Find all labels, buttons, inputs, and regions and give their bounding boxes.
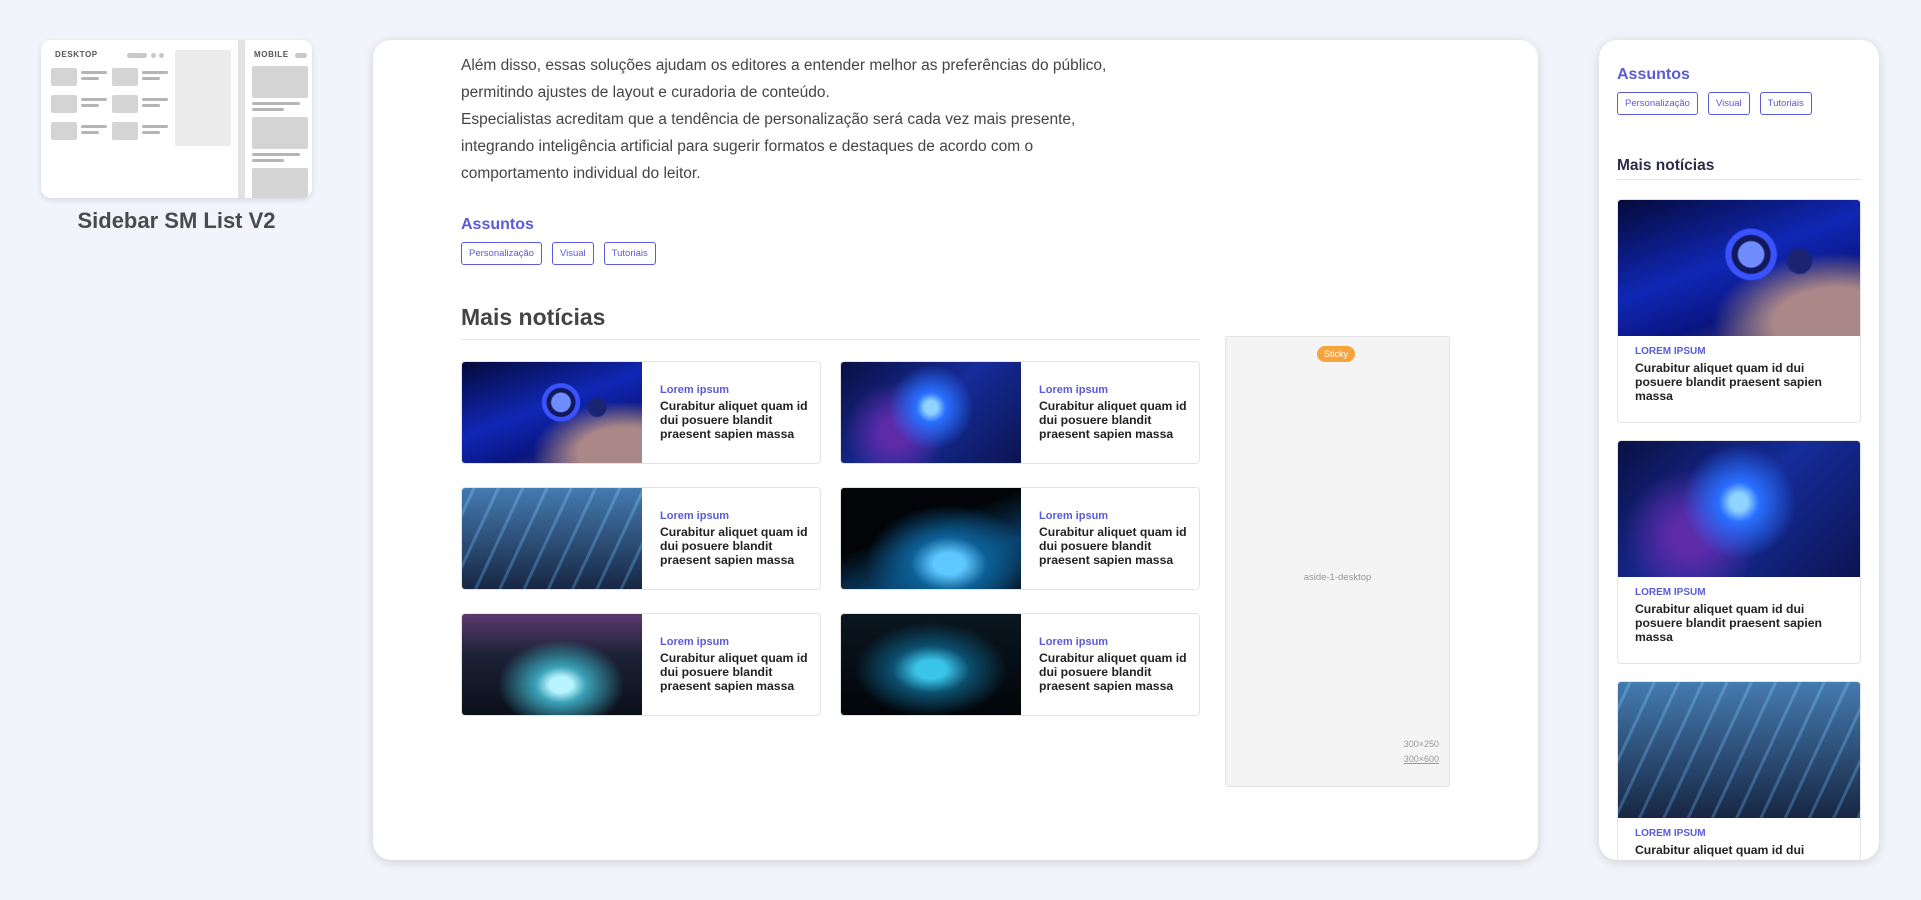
article-paragraph: Além disso, essas soluções ajudam os edi…	[461, 57, 1107, 101]
ad-slot-label: aside-1-desktop	[1303, 572, 1372, 583]
news-title[interactable]: Curabitur aliquet quam id dui posuere bl…	[660, 399, 808, 441]
news-category[interactable]: Lorem ipsum	[1039, 636, 1108, 648]
news-card[interactable]: Lorem ipsum Curabitur aliquet quam id du…	[840, 487, 1200, 590]
thumb-card-line	[81, 77, 99, 80]
layout-title: Sidebar SM List V2	[77, 208, 276, 233]
more-news-title-mobile: Mais notícias	[1617, 157, 1860, 180]
thumb-card-line	[81, 125, 107, 128]
thumb-card-line	[142, 98, 168, 101]
thumb-dot	[159, 53, 164, 58]
news-card-mobile[interactable]: LOREM IPSUM Curabitur aliquet quam id du…	[1617, 199, 1861, 423]
thumb-mobile-image	[252, 117, 308, 149]
thumb-card-image	[112, 95, 138, 113]
news-title[interactable]: Curabitur aliquet quam id dui posuere bl…	[1635, 602, 1843, 644]
news-category[interactable]: Lorem ipsum	[1039, 384, 1108, 396]
layout-thumbnail[interactable]: DESKTOP MOBILE	[41, 40, 312, 198]
news-title[interactable]: Curabitur aliquet quam id dui posuere bl…	[1635, 361, 1843, 403]
news-category[interactable]: Lorem ipsum	[660, 510, 729, 522]
article-paragraph: Especialistas acreditam que a tendência …	[461, 111, 1076, 182]
thumb-card-line	[142, 104, 160, 107]
thumb-card-line	[142, 71, 168, 74]
mobile-preview: Assuntos Personalização Visual Tutoriais M…	[1599, 40, 1879, 860]
thumb-card-image	[51, 68, 77, 86]
ad-size-label: 300×250	[1403, 739, 1439, 749]
news-category[interactable]: LOREM IPSUM	[1635, 346, 1860, 357]
news-category[interactable]: Lorem ipsum	[660, 384, 729, 396]
thumb-mobile-image	[252, 66, 308, 98]
topics-section: Assuntos Personalização Visual Tutoriais	[461, 216, 666, 265]
thumb-card-image	[51, 95, 77, 113]
thumb-card-line	[142, 125, 168, 128]
thumb-card-image	[112, 122, 138, 140]
sticky-badge: Sticky	[1317, 346, 1356, 362]
more-news-title: Mais notícias	[461, 304, 1200, 340]
news-title[interactable]: Curabitur aliquet quam id dui	[1635, 843, 1843, 857]
thumb-aside	[175, 50, 231, 146]
news-card-mobile[interactable]: LOREM IPSUM Curabitur aliquet quam id du…	[1617, 681, 1861, 860]
tag-personalizacao[interactable]: Personalização	[461, 242, 542, 265]
news-image[interactable]	[841, 488, 1021, 589]
news-image[interactable]	[1618, 200, 1860, 336]
topics-section-mobile: Assuntos Personalização Visual Tutoriais	[1617, 66, 1822, 115]
news-category[interactable]: LOREM IPSUM	[1635, 828, 1860, 839]
thumb-divider	[238, 40, 245, 198]
thumb-card-line	[142, 77, 160, 80]
topics-title: Assuntos	[461, 216, 534, 233]
news-card-mobile[interactable]: LOREM IPSUM Curabitur aliquet quam id du…	[1617, 440, 1861, 664]
thumb-mobile-line	[252, 102, 300, 105]
tag-visual[interactable]: Visual	[551, 242, 594, 265]
topics-title: Assuntos	[1617, 66, 1690, 83]
ad-slot-aside: Sticky aside-1-desktop 300×250 300×600	[1225, 336, 1450, 787]
news-image[interactable]	[1618, 682, 1860, 818]
mobile-label: MOBILE	[254, 50, 289, 59]
thumb-card-line	[81, 104, 99, 107]
thumb-mobile-line	[252, 159, 284, 162]
thumb-mobile-line	[252, 108, 284, 111]
thumb-mobile-image	[252, 168, 308, 198]
thumb-card-line	[81, 71, 107, 74]
thumb-card-image	[51, 122, 77, 140]
news-card[interactable]: Lorem ipsum Curabitur aliquet quam id du…	[461, 361, 821, 464]
news-card[interactable]: Lorem ipsum Curabitur aliquet quam id du…	[840, 361, 1200, 464]
article-body: Além disso, essas soluções ajudam os edi…	[461, 52, 1141, 187]
thumb-card-line	[142, 131, 160, 134]
news-card[interactable]: Lorem ipsum Curabitur aliquet quam id du…	[461, 613, 821, 716]
thumb-pill	[127, 53, 147, 58]
news-category[interactable]: LOREM IPSUM	[1635, 587, 1860, 598]
news-title[interactable]: Curabitur aliquet quam id dui posuere bl…	[1039, 525, 1187, 567]
thumb-card-line	[81, 131, 99, 134]
news-category[interactable]: Lorem ipsum	[660, 636, 729, 648]
news-card[interactable]: Lorem ipsum Curabitur aliquet quam id du…	[840, 613, 1200, 716]
news-image[interactable]	[462, 362, 642, 463]
news-image[interactable]	[841, 362, 1021, 463]
tag-visual[interactable]: Visual	[1707, 92, 1750, 115]
tag-tutoriais[interactable]: Tutoriais	[603, 242, 656, 265]
desktop-preview: Além disso, essas soluções ajudam os edi…	[373, 40, 1538, 860]
news-title[interactable]: Curabitur aliquet quam id dui posuere bl…	[1039, 399, 1187, 441]
news-card[interactable]: Lorem ipsum Curabitur aliquet quam id du…	[461, 487, 821, 590]
news-title[interactable]: Curabitur aliquet quam id dui posuere bl…	[660, 525, 808, 567]
news-image[interactable]	[1618, 441, 1860, 577]
thumb-card-line	[81, 98, 107, 101]
news-image[interactable]	[462, 488, 642, 589]
news-title[interactable]: Curabitur aliquet quam id dui posuere bl…	[1039, 651, 1187, 693]
desktop-label: DESKTOP	[55, 50, 98, 59]
news-category[interactable]: Lorem ipsum	[1039, 510, 1108, 522]
news-image[interactable]	[462, 614, 642, 715]
thumb-mobile-line	[252, 153, 300, 156]
tag-tutoriais[interactable]: Tutoriais	[1759, 92, 1812, 115]
news-image[interactable]	[841, 614, 1021, 715]
tag-personalizacao[interactable]: Personalização	[1617, 92, 1698, 115]
thumb-pill	[295, 53, 307, 58]
news-title[interactable]: Curabitur aliquet quam id dui posuere bl…	[660, 651, 808, 693]
thumb-card-image	[112, 68, 138, 86]
ad-size-link[interactable]: 300×600	[1404, 754, 1439, 764]
thumb-dot	[151, 53, 156, 58]
